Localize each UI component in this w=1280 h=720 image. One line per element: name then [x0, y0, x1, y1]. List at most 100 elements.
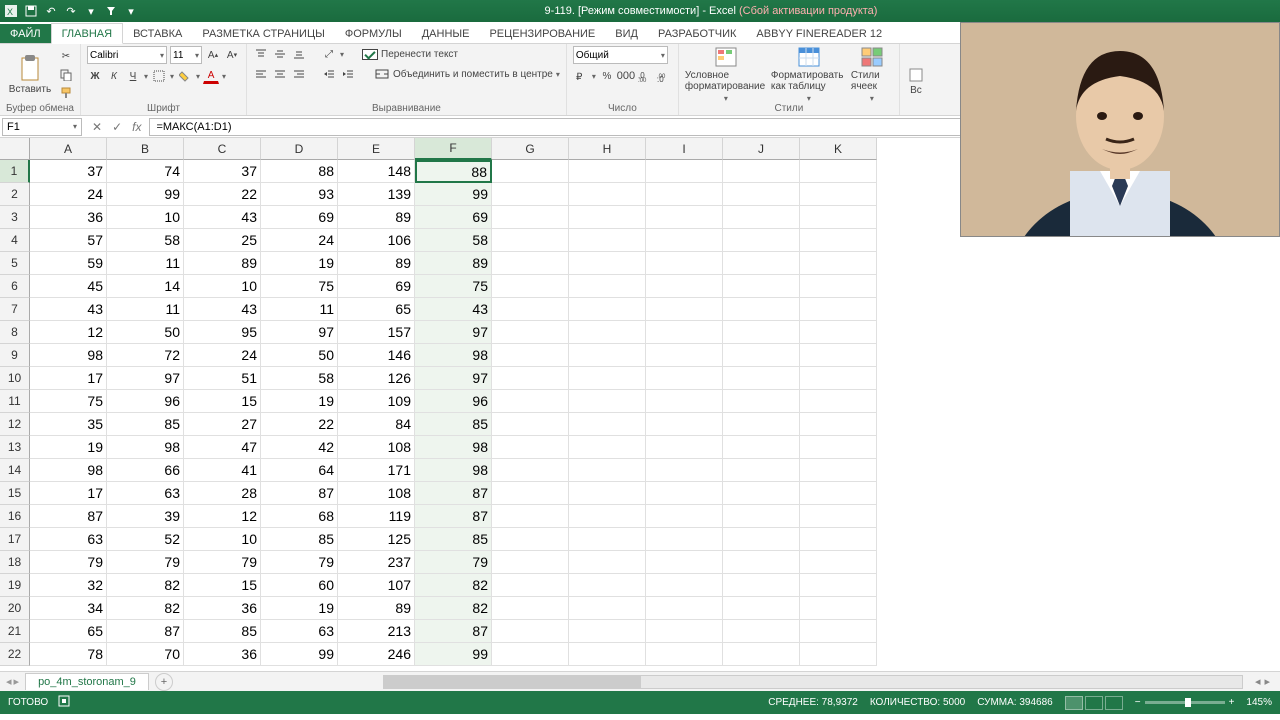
view-page-break-icon[interactable] — [1105, 696, 1123, 710]
cell[interactable]: 75 — [30, 390, 107, 413]
row-header[interactable]: 15 — [0, 482, 30, 505]
cell[interactable] — [723, 482, 800, 505]
cell[interactable]: 79 — [184, 551, 261, 574]
cell[interactable] — [646, 206, 723, 229]
cell[interactable]: 28 — [184, 482, 261, 505]
cell[interactable] — [800, 505, 877, 528]
cell[interactable]: 89 — [338, 597, 415, 620]
row-header[interactable]: 7 — [0, 298, 30, 321]
cell[interactable] — [723, 620, 800, 643]
cell[interactable]: 27 — [184, 413, 261, 436]
cell[interactable] — [569, 643, 646, 666]
sheet-nav-next-icon[interactable]: ▸ — [14, 675, 20, 688]
cell[interactable]: 11 — [107, 298, 184, 321]
cell[interactable] — [569, 321, 646, 344]
cell[interactable] — [800, 597, 877, 620]
cell[interactable]: 69 — [261, 206, 338, 229]
cell[interactable]: 66 — [107, 459, 184, 482]
cell[interactable] — [569, 551, 646, 574]
cell[interactable]: 87 — [415, 620, 492, 643]
cell[interactable]: 171 — [338, 459, 415, 482]
macro-icon[interactable] — [58, 695, 70, 710]
cell[interactable]: 146 — [338, 344, 415, 367]
column-header[interactable]: F — [415, 138, 492, 160]
cell[interactable]: 246 — [338, 643, 415, 666]
align-bottom-icon[interactable] — [291, 46, 307, 62]
cell[interactable] — [492, 528, 569, 551]
cell[interactable]: 96 — [107, 390, 184, 413]
cell[interactable] — [800, 183, 877, 206]
cell[interactable]: 72 — [107, 344, 184, 367]
cell[interactable] — [492, 459, 569, 482]
cell[interactable] — [800, 367, 877, 390]
view-page-layout-icon[interactable] — [1085, 696, 1103, 710]
cell[interactable] — [646, 160, 723, 183]
cell[interactable]: 87 — [30, 505, 107, 528]
cell[interactable]: 47 — [184, 436, 261, 459]
cell[interactable] — [646, 643, 723, 666]
cell[interactable]: 139 — [338, 183, 415, 206]
cell[interactable]: 50 — [261, 344, 338, 367]
cell[interactable]: 24 — [261, 229, 338, 252]
cell[interactable]: 78 — [30, 643, 107, 666]
cell[interactable]: 52 — [107, 528, 184, 551]
cell[interactable]: 79 — [30, 551, 107, 574]
cell[interactable] — [723, 367, 800, 390]
tab-view[interactable]: ВИД — [605, 24, 648, 43]
percent-icon[interactable]: % — [599, 68, 615, 84]
row-header[interactable]: 8 — [0, 321, 30, 344]
cell[interactable] — [723, 229, 800, 252]
cell[interactable]: 17 — [30, 367, 107, 390]
cell[interactable] — [646, 482, 723, 505]
bold-button[interactable]: Ж — [87, 68, 103, 84]
cell[interactable] — [800, 160, 877, 183]
cell[interactable]: 97 — [107, 367, 184, 390]
cell[interactable]: 37 — [30, 160, 107, 183]
cell[interactable] — [492, 160, 569, 183]
cell[interactable] — [492, 574, 569, 597]
cell[interactable] — [723, 390, 800, 413]
cell[interactable] — [492, 206, 569, 229]
cell[interactable] — [723, 275, 800, 298]
cell[interactable] — [800, 436, 877, 459]
cell[interactable] — [646, 298, 723, 321]
row-header[interactable]: 9 — [0, 344, 30, 367]
cell[interactable]: 85 — [415, 528, 492, 551]
cell[interactable] — [800, 620, 877, 643]
cell[interactable]: 70 — [107, 643, 184, 666]
cell[interactable]: 85 — [415, 413, 492, 436]
cell[interactable] — [800, 551, 877, 574]
row-header[interactable]: 2 — [0, 183, 30, 206]
row-header[interactable]: 20 — [0, 597, 30, 620]
row-header[interactable]: 14 — [0, 459, 30, 482]
cell[interactable]: 59 — [30, 252, 107, 275]
align-right-icon[interactable] — [291, 66, 307, 82]
cell[interactable] — [800, 574, 877, 597]
cell[interactable] — [723, 459, 800, 482]
cell[interactable] — [646, 344, 723, 367]
cell[interactable] — [646, 321, 723, 344]
currency-icon[interactable]: ₽ — [573, 68, 589, 84]
column-header[interactable]: J — [723, 138, 800, 160]
cell[interactable]: 213 — [338, 620, 415, 643]
cell[interactable] — [569, 528, 646, 551]
cell[interactable]: 11 — [107, 252, 184, 275]
add-sheet-button[interactable]: + — [155, 673, 173, 691]
tab-insert[interactable]: ВСТАВКА — [123, 24, 192, 43]
row-header[interactable]: 18 — [0, 551, 30, 574]
inc-indent-icon[interactable] — [340, 66, 356, 82]
orientation-icon[interactable]: ⤢ — [321, 46, 337, 62]
border-icon[interactable] — [151, 68, 167, 84]
cell[interactable] — [723, 551, 800, 574]
cell[interactable] — [492, 183, 569, 206]
caret-icon[interactable]: ▾ — [124, 4, 138, 18]
cell[interactable]: 108 — [338, 436, 415, 459]
cell[interactable]: 60 — [261, 574, 338, 597]
cell[interactable] — [492, 229, 569, 252]
cell[interactable] — [723, 252, 800, 275]
cell[interactable] — [646, 436, 723, 459]
cell[interactable]: 37 — [184, 160, 261, 183]
format-painter-icon[interactable] — [58, 85, 74, 101]
cell[interactable]: 148 — [338, 160, 415, 183]
cell[interactable] — [569, 482, 646, 505]
